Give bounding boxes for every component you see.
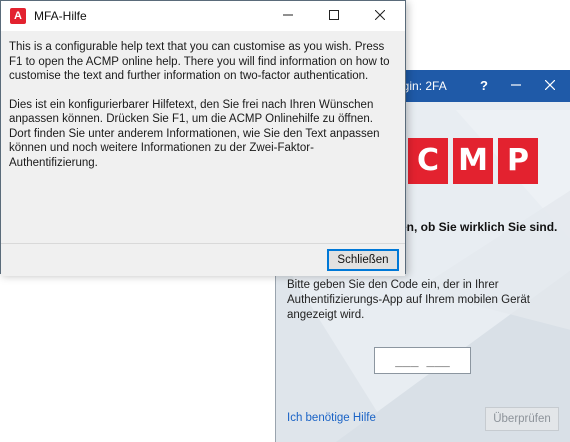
minimize-icon [511, 84, 521, 86]
help-paragraph-german: Dies ist ein konfigurierbarer Hilfetext,… [9, 98, 380, 169]
help-paragraph-english: This is a configurable help text that yo… [9, 41, 390, 82]
minimize-button[interactable] [265, 1, 311, 31]
logo-letter-p: P [498, 138, 538, 184]
close-button[interactable] [357, 1, 403, 31]
help-text: This is a configurable help text that yo… [9, 40, 395, 184]
login-heading: en, ob Sie wirklich Sie sind. [400, 220, 558, 234]
help-titlebar: A MFA-Hilfe [1, 1, 405, 31]
help-body: This is a configurable help text that yo… [1, 31, 405, 243]
close-icon [544, 79, 556, 91]
acmp-app-icon: A [10, 8, 26, 24]
minimize-icon [283, 14, 293, 16]
logo-letter-c: C [408, 138, 448, 184]
help-dialog-title: MFA-Hilfe [34, 9, 87, 23]
mfa-help-dialog: A MFA-Hilfe This is a configurable help … [0, 0, 406, 276]
code-input[interactable]: ___ ___ [374, 347, 471, 374]
verify-button[interactable]: Überprüfen [485, 407, 559, 431]
help-question-button[interactable]: ? [472, 74, 496, 98]
login-close-button[interactable] [538, 74, 562, 98]
schliessen-button[interactable]: Schließen [327, 249, 399, 271]
help-footer: Schließen [1, 243, 405, 276]
maximize-button[interactable] [311, 1, 357, 31]
close-icon [374, 9, 386, 21]
logo-letter-m: M [453, 138, 493, 184]
login-minimize-button[interactable] [504, 74, 528, 98]
need-help-link[interactable]: Ich benötige Hilfe [287, 412, 376, 424]
login-instructions: Bitte geben Sie den Code ein, der in Ihr… [287, 279, 530, 321]
maximize-icon [329, 10, 339, 20]
